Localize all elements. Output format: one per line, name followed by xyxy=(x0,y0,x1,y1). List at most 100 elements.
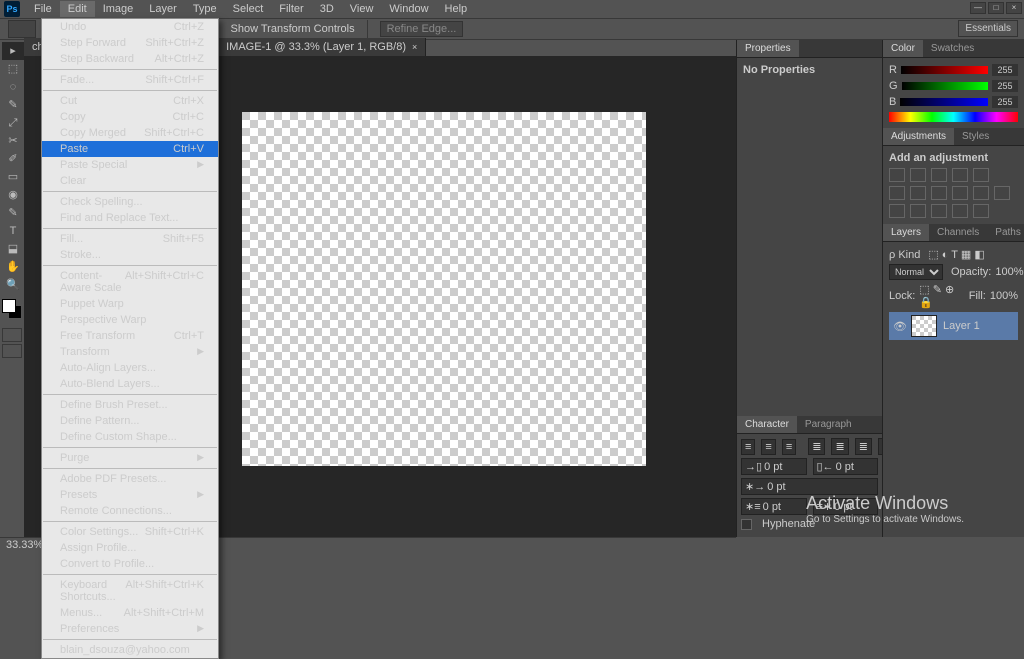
tool-13[interactable]: 🔍 xyxy=(2,276,24,294)
indent-first[interactable]: ∗→ 0 pt xyxy=(741,478,878,495)
tool-9[interactable]: ✎ xyxy=(2,204,24,222)
menu-item-fill-[interactable]: Fill...Shift+F5 xyxy=(42,231,218,247)
colorbalance-icon[interactable] xyxy=(910,186,926,200)
indent-left[interactable]: →▯ 0 pt xyxy=(741,458,807,475)
menu-item-define-pattern-[interactable]: Define Pattern... xyxy=(42,413,218,429)
exposure-icon[interactable] xyxy=(952,168,968,182)
menu-item-paste[interactable]: PasteCtrl+V xyxy=(42,141,218,157)
opacity-value[interactable]: 100% xyxy=(995,266,1023,278)
menu-item-perspective-warp[interactable]: Perspective Warp xyxy=(42,312,218,328)
menu-view[interactable]: View xyxy=(342,1,382,17)
menu-item-free-transform[interactable]: Free TransformCtrl+T xyxy=(42,328,218,344)
menu-layer[interactable]: Layer xyxy=(141,1,185,17)
color-swatches[interactable] xyxy=(2,299,22,319)
menu-image[interactable]: Image xyxy=(95,1,142,17)
menu-edit[interactable]: Edit xyxy=(60,1,95,17)
tool-12[interactable]: ✋ xyxy=(2,258,24,276)
minimize-button[interactable]: — xyxy=(970,2,986,14)
menu-item-content-aware-scale[interactable]: Content-Aware ScaleAlt+Shift+Ctrl+C xyxy=(42,268,218,296)
paragraph-tab[interactable]: Paragraph xyxy=(797,416,860,433)
menu-file[interactable]: File xyxy=(26,1,60,17)
workspace-switcher[interactable]: Essentials xyxy=(958,20,1018,37)
menu-item-define-brush-preset-[interactable]: Define Brush Preset... xyxy=(42,397,218,413)
tool-5[interactable]: ✂ xyxy=(2,132,24,150)
close-tab-icon[interactable]: × xyxy=(412,42,417,52)
menu-item-copy-merged[interactable]: Copy MergedShift+Ctrl+C xyxy=(42,125,218,141)
menu-item-undo[interactable]: UndoCtrl+Z xyxy=(42,19,218,35)
invert-icon[interactable] xyxy=(889,204,905,218)
menu-item-copy[interactable]: CopyCtrl+C xyxy=(42,109,218,125)
menu-item-puppet-warp[interactable]: Puppet Warp xyxy=(42,296,218,312)
justify-3[interactable]: ≣ xyxy=(855,438,872,455)
zoom-level[interactable]: 33.33% xyxy=(6,539,43,551)
hue-icon[interactable] xyxy=(889,186,905,200)
b-slider[interactable] xyxy=(900,98,988,106)
tool-2[interactable]: ◌ xyxy=(2,78,24,96)
menu-item-step-backward[interactable]: Step BackwardAlt+Ctrl+Z xyxy=(42,51,218,67)
tool-0[interactable]: ▸ xyxy=(2,42,24,60)
g-value[interactable]: 255 xyxy=(992,80,1018,92)
justify-2[interactable]: ≣ xyxy=(831,438,848,455)
menu-item-cut[interactable]: CutCtrl+X xyxy=(42,93,218,109)
r-value[interactable]: 255 xyxy=(992,64,1018,76)
menu-3d[interactable]: 3D xyxy=(312,1,342,17)
close-button[interactable]: × xyxy=(1006,2,1022,14)
color-tab[interactable]: Color xyxy=(883,40,923,57)
selective-icon[interactable] xyxy=(973,204,989,218)
menu-item-convert-to-profile-[interactable]: Convert to Profile... xyxy=(42,556,218,572)
layer-thumb[interactable] xyxy=(911,315,937,337)
restore-button[interactable]: □ xyxy=(988,2,1004,14)
channels-tab[interactable]: Channels xyxy=(929,224,987,241)
menu-item-blain-dsouza-yahoo-com[interactable]: blain_dsouza@yahoo.com xyxy=(42,642,218,658)
space-after[interactable]: ≡∗ 0 pt xyxy=(813,498,879,515)
adjustments-tab[interactable]: Adjustments xyxy=(883,128,954,145)
menu-item-step-forward[interactable]: Step ForwardShift+Ctrl+Z xyxy=(42,35,218,51)
menu-item-preferences[interactable]: Preferences▶ xyxy=(42,621,218,637)
blend-mode-select[interactable]: Normal xyxy=(889,264,943,280)
menu-item-presets[interactable]: Presets▶ xyxy=(42,487,218,503)
paths-tab[interactable]: Paths xyxy=(987,224,1024,241)
brightness-icon[interactable] xyxy=(889,168,905,182)
tool-10[interactable]: T xyxy=(2,222,24,240)
character-tab[interactable]: Character xyxy=(737,416,797,433)
menu-filter[interactable]: Filter xyxy=(271,1,311,17)
menu-select[interactable]: Select xyxy=(225,1,272,17)
menu-item-color-settings-[interactable]: Color Settings...Shift+Ctrl+K xyxy=(42,524,218,540)
hue-strip[interactable] xyxy=(889,112,1018,122)
bw-icon[interactable] xyxy=(931,186,947,200)
menu-window[interactable]: Window xyxy=(381,1,436,17)
photofilter-icon[interactable] xyxy=(952,186,968,200)
posterize-icon[interactable] xyxy=(910,204,926,218)
align-center[interactable]: ≡ xyxy=(761,439,775,455)
menu-type[interactable]: Type xyxy=(185,1,225,17)
b-value[interactable]: 255 xyxy=(992,96,1018,108)
gradientmap-icon[interactable] xyxy=(952,204,968,218)
layer-name[interactable]: Layer 1 xyxy=(943,320,980,332)
g-slider[interactable] xyxy=(902,82,988,90)
layer-row[interactable]: 👁 Layer 1 xyxy=(889,312,1018,340)
document-tab-1[interactable]: IMAGE-1 @ 33.3% (Layer 1, RGB/8)× xyxy=(218,38,426,56)
tool-1[interactable]: ⬚ xyxy=(2,60,24,78)
menu-item-menus-[interactable]: Menus...Alt+Shift+Ctrl+M xyxy=(42,605,218,621)
hyphenate-checkbox[interactable] xyxy=(741,519,752,530)
align-right[interactable]: ≡ xyxy=(782,439,796,455)
tool-preset-icon[interactable] xyxy=(8,20,36,38)
screenmode-toggle[interactable] xyxy=(2,344,22,358)
refine-edge-button[interactable]: Refine Edge... xyxy=(380,21,464,37)
justify-1[interactable]: ≣ xyxy=(808,438,825,455)
quickmask-toggle[interactable] xyxy=(2,328,22,342)
fill-value[interactable]: 100% xyxy=(990,290,1018,302)
tool-6[interactable]: ✐ xyxy=(2,150,24,168)
styles-tab[interactable]: Styles xyxy=(954,128,997,145)
tool-8[interactable]: ◉ xyxy=(2,186,24,204)
threshold-icon[interactable] xyxy=(931,204,947,218)
vibrance-icon[interactable] xyxy=(973,168,989,182)
menu-item-adobe-pdf-presets-[interactable]: Adobe PDF Presets... xyxy=(42,471,218,487)
colorlookup-icon[interactable] xyxy=(994,186,1010,200)
visibility-icon[interactable]: 👁 xyxy=(893,320,905,333)
properties-tab[interactable]: Properties xyxy=(737,40,799,57)
menu-item-assign-profile-[interactable]: Assign Profile... xyxy=(42,540,218,556)
channelmixer-icon[interactable] xyxy=(973,186,989,200)
kind-filter[interactable]: ρ Kind xyxy=(889,249,920,261)
menu-item-transform[interactable]: Transform▶ xyxy=(42,344,218,360)
